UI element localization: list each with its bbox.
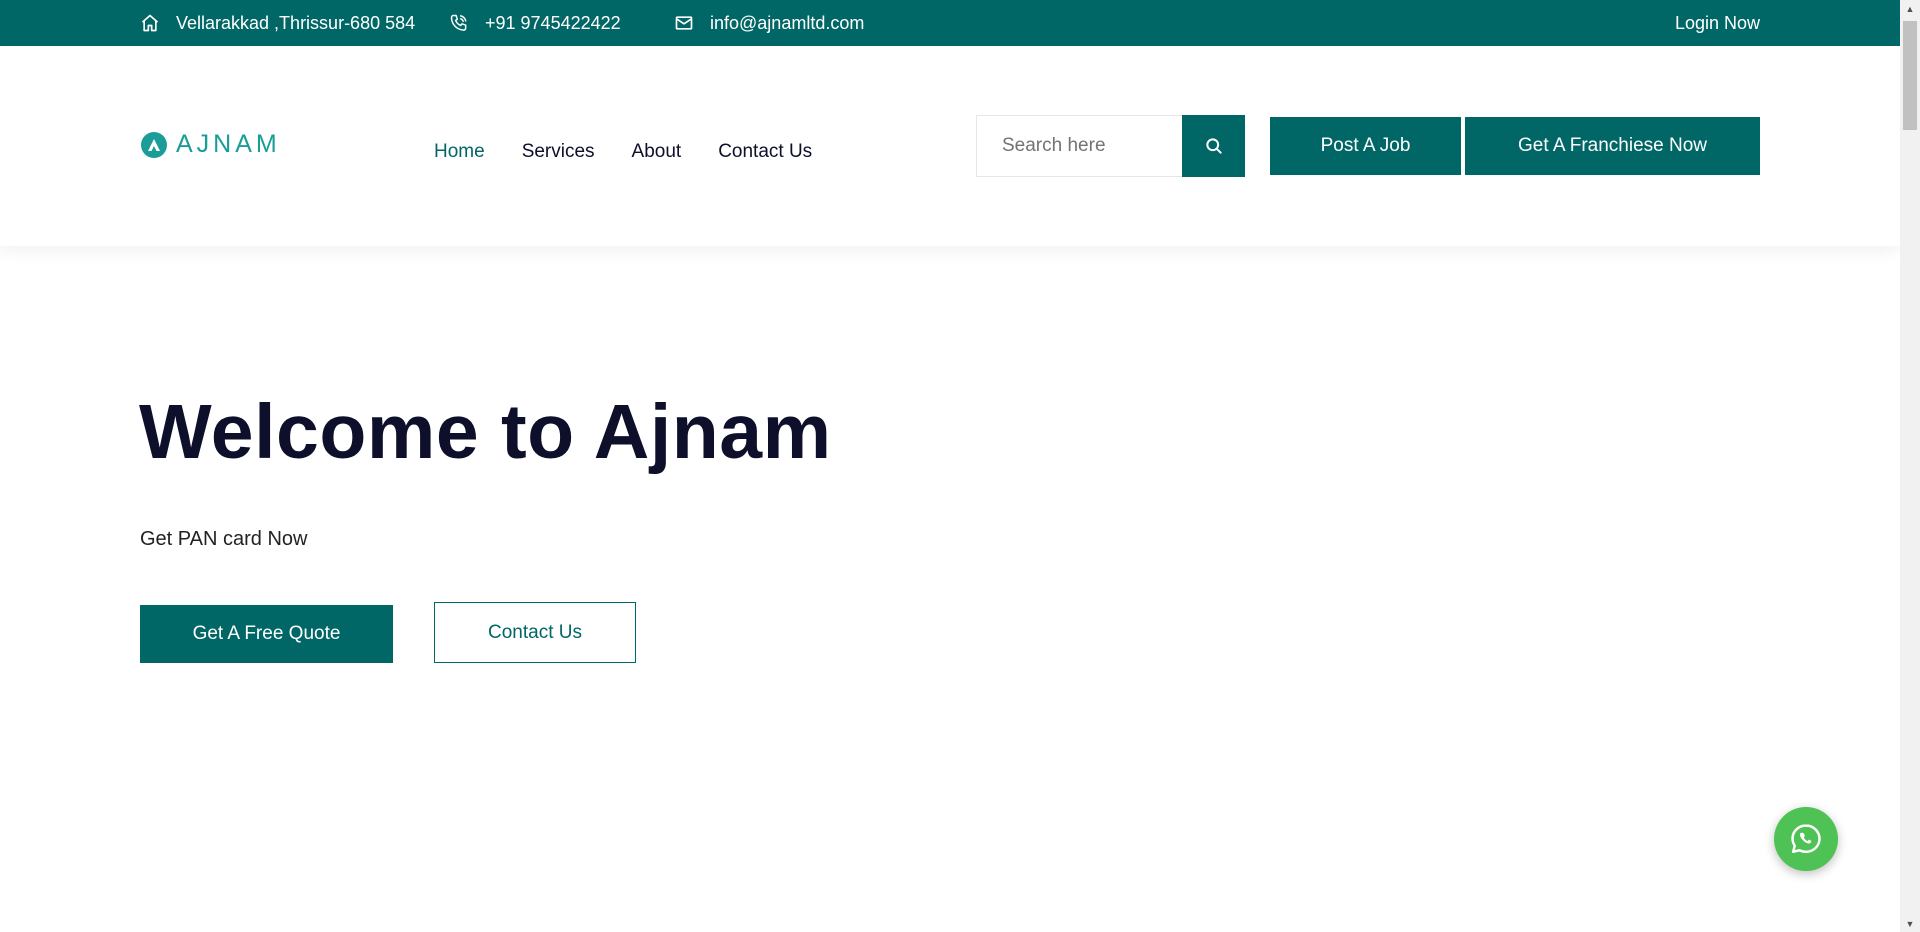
phone-icon <box>450 14 467 31</box>
search-box <box>976 115 1245 177</box>
search-input[interactable] <box>976 115 1182 177</box>
top-bar: Vellarakkad ,Thrissur-680 584 +91 974542… <box>0 0 1900 46</box>
page-scrollbar[interactable]: ▲ ▼ <box>1900 0 1920 932</box>
home-icon <box>141 14 159 32</box>
address-info: Vellarakkad ,Thrissur-680 584 <box>140 0 415 46</box>
scroll-thumb[interactable] <box>1903 21 1917 130</box>
nav-contact-us[interactable]: Contact Us <box>718 141 812 163</box>
main-nav: Home Services About Contact Us <box>434 132 849 172</box>
scroll-up-arrow-icon[interactable]: ▲ <box>1900 0 1920 17</box>
login-link[interactable]: Login Now <box>1675 0 1760 46</box>
search-button[interactable] <box>1182 115 1245 177</box>
hero-subtitle: Get PAN card Now <box>140 528 308 550</box>
nav-services[interactable]: Services <box>522 141 595 163</box>
post-job-button[interactable]: Post A Job <box>1270 117 1461 175</box>
contact-us-button[interactable]: Contact Us <box>434 602 636 663</box>
phone-text: +91 9745422422 <box>485 12 621 33</box>
free-quote-button[interactable]: Get A Free Quote <box>140 605 393 663</box>
email-text: info@ajnamltd.com <box>710 12 865 33</box>
whatsapp-button[interactable] <box>1774 807 1838 871</box>
nav-about[interactable]: About <box>632 141 682 163</box>
nav-home[interactable]: Home <box>434 141 485 163</box>
whatsapp-icon <box>1791 824 1821 854</box>
address-text: Vellarakkad ,Thrissur-680 584 <box>176 12 416 33</box>
phone-info[interactable]: +91 9745422422 <box>449 0 621 46</box>
email-info[interactable]: info@ajnamltd.com <box>674 0 864 46</box>
mail-icon <box>675 16 693 30</box>
logo-text: AJNAM <box>176 130 281 158</box>
hero-title: Welcome to Ajnam <box>139 389 832 475</box>
logo-mark-icon <box>141 131 167 158</box>
search-icon <box>1205 138 1222 154</box>
scroll-down-arrow-icon[interactable]: ▼ <box>1900 915 1920 932</box>
franchise-button[interactable]: Get A Franchiese Now <box>1465 117 1760 175</box>
logo[interactable]: AJNAM <box>140 130 281 159</box>
